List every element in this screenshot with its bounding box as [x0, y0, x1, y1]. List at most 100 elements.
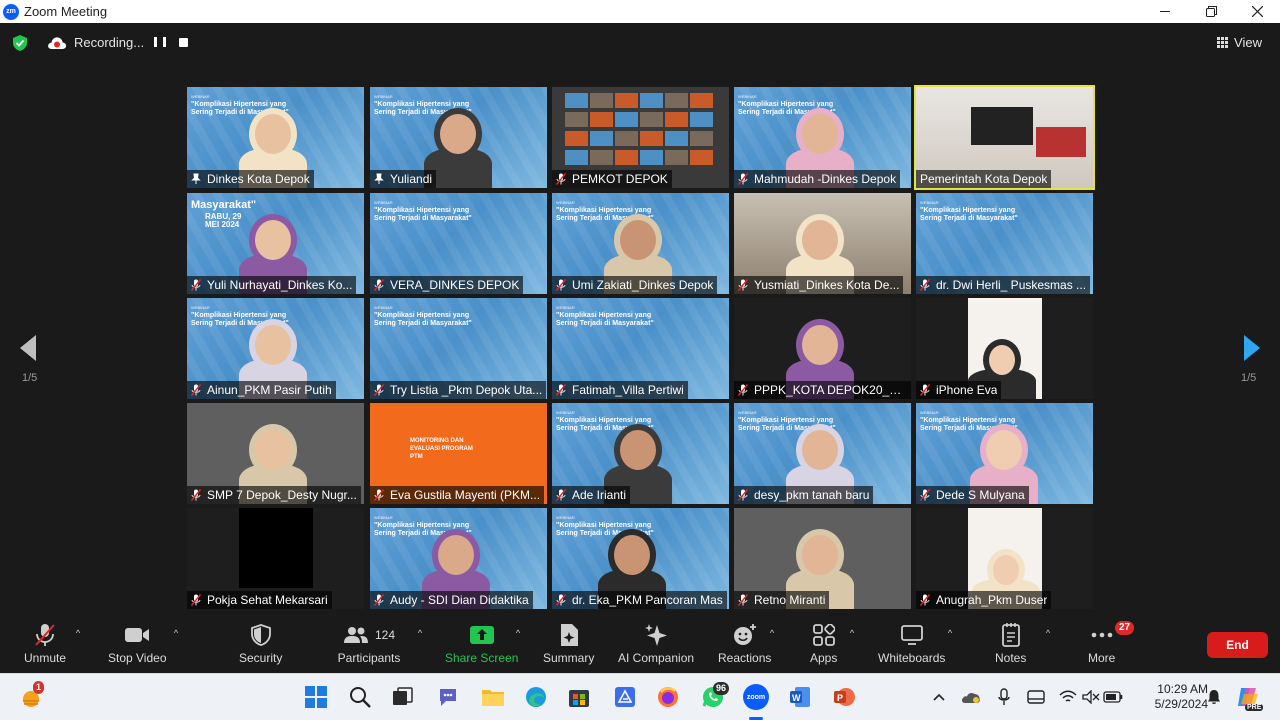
edge-browser-icon[interactable] [523, 684, 549, 710]
ai-companion-button[interactable]: AI Companion [618, 623, 694, 665]
whiteboards-caret-icon[interactable]: ^ [945, 629, 955, 638]
more-dots-icon [1089, 623, 1115, 647]
zoom-taskbar-icon[interactable]: zoom [743, 684, 769, 710]
participant-tile[interactable]: PEMKOT DEPOK [552, 87, 729, 188]
microsoft-store-icon[interactable] [566, 684, 592, 710]
audio-options-caret-icon[interactable]: ^ [73, 629, 83, 638]
slide-webinar-text: WEBINAR [556, 305, 575, 310]
power-automate-icon[interactable] [612, 684, 638, 710]
summary-label: Summary [543, 651, 595, 665]
task-view-icon[interactable] [390, 684, 416, 710]
apps-caret-icon[interactable]: ^ [847, 629, 857, 638]
apps-button[interactable]: Apps [810, 623, 837, 665]
participant-tile[interactable]: Yusmiati_Dinkes Kota De... [734, 193, 911, 294]
participant-tile[interactable]: WEBINAR "Komplikasi Hipertensi yang Serin… [187, 87, 364, 188]
participant-tile[interactable]: WEBINAR "Komplikasi Hipertensi yang Serin… [552, 508, 729, 609]
participant-tile[interactable]: WEBINAR "Komplikasi Hipertensi yang Serin… [552, 193, 729, 294]
recording-indicator[interactable]: Recording... [47, 35, 144, 50]
search-icon[interactable] [347, 684, 373, 710]
muted-mic-icon [32, 623, 58, 647]
participant-tile[interactable]: WEBINAR "Komplikasi Hipertensi yang Serin… [187, 298, 364, 399]
microphone-tray-icon[interactable] [993, 684, 1015, 710]
slide-topic-text: "Komplikasi Hipertensi yang Sering Terja… [374, 207, 472, 222]
participant-tile[interactable]: SMP 7 Depok_Desty Nugr... [187, 403, 364, 504]
stop-video-button[interactable]: Stop Video [108, 623, 167, 665]
muted-mic-icon [374, 594, 384, 606]
participant-tile[interactable]: Pemerintah Kota Depok [914, 85, 1095, 190]
file-explorer-icon[interactable] [480, 684, 506, 710]
security-button[interactable]: Security [239, 623, 282, 665]
onedrive-icon[interactable] [960, 684, 982, 710]
wifi-icon[interactable] [1057, 684, 1079, 710]
participant-tile[interactable]: WEBINAR "Komplikasi Hipertensi yang Serin… [916, 403, 1093, 504]
end-meeting-button[interactable]: End [1207, 632, 1268, 658]
room-screen [971, 107, 1033, 145]
tray-overflow-icon[interactable] [928, 684, 950, 710]
participant-tile[interactable]: Anugrah_Pkm Duser [916, 508, 1093, 609]
nested-gallery-thumbnail [590, 131, 613, 146]
view-button[interactable]: View [1217, 35, 1262, 50]
participant-tile[interactable]: WEBINAR "Komplikasi Hipertensi yang Serin… [552, 403, 729, 504]
minimize-button[interactable] [1142, 0, 1188, 23]
powerpoint-icon[interactable]: P [831, 684, 857, 710]
video-options-caret-icon[interactable]: ^ [171, 629, 181, 638]
share-screen-button[interactable]: Share Screen [445, 623, 518, 665]
word-icon[interactable]: W [787, 684, 813, 710]
participant-tile[interactable]: Masyarakat" RABU, 29 MEI 2024 Yuli Nurhaya… [187, 193, 364, 294]
participant-tile[interactable]: MONITORING DAN EVALUASI PROGRAM PTM Eva G… [370, 403, 547, 504]
participant-tile[interactable]: WEBINAR "Komplikasi Hipertensi yang Serin… [370, 508, 547, 609]
muted-mic-icon [738, 489, 748, 501]
participants-button[interactable]: 124 Participants [334, 623, 404, 665]
share-screen-caret-icon[interactable]: ^ [513, 629, 523, 638]
participant-name: PEMKOT DEPOK [572, 172, 668, 186]
notification-bell-icon[interactable] [1203, 684, 1225, 710]
participant-tile[interactable]: WEBINAR "Komplikasi Hipertensi yang Serin… [734, 87, 911, 188]
next-page-icon[interactable] [1242, 333, 1262, 363]
participant-name: PPPK_KOTA DEPOK20_31... [754, 383, 907, 397]
windows-start-icon[interactable] [303, 684, 329, 710]
participants-caret-icon[interactable]: ^ [415, 629, 425, 638]
minimize-icon [1160, 10, 1170, 12]
display-tray-icon[interactable] [1025, 684, 1047, 710]
window-controls [1142, 0, 1280, 23]
reactions-button[interactable]: Reactions [718, 623, 771, 665]
share-screen-icon [469, 623, 495, 647]
stop-recording-button[interactable] [179, 38, 188, 47]
battery-icon[interactable] [1102, 684, 1124, 710]
clock[interactable]: 10:29 AM 5/29/2024 [1155, 682, 1208, 712]
participant-tile[interactable]: WEBINAR "Komplikasi Hipertensi yang Serin… [734, 403, 911, 504]
participant-name-bar: Mahmudah -Dinkes Depok [734, 170, 901, 188]
grid-icon [1217, 37, 1229, 48]
pause-recording-button[interactable] [154, 37, 166, 49]
participant-tile[interactable]: PPPK_KOTA DEPOK20_31... [734, 298, 911, 399]
participant-tile[interactable]: WEBINAR "Komplikasi Hipertensi yang Serin… [370, 193, 547, 294]
zoom-logo-icon: zm [3, 3, 19, 20]
whiteboards-button[interactable]: Whiteboards [878, 623, 945, 665]
unmute-button[interactable]: Unmute [24, 623, 66, 665]
participant-tile[interactable]: WEBINAR "Komplikasi Hipertensi yang Serin… [370, 298, 547, 399]
participant-tile[interactable]: Retno Miranti [734, 508, 911, 609]
more-button[interactable]: More [1088, 623, 1115, 665]
share-screen-label: Share Screen [445, 651, 519, 665]
summary-button[interactable]: Summary [543, 623, 594, 665]
participant-tile[interactable]: iPhone Eva [916, 298, 1093, 399]
participant-tile[interactable]: WEBINAR "Komplikasi Hipertensi yang Serin… [552, 298, 729, 399]
volume-muted-icon[interactable] [1080, 684, 1102, 710]
participant-name: dr. Dwi Herli_ Puskesmas ... [936, 278, 1087, 292]
participant-tile[interactable]: Pokja Sehat Mekarsari [187, 508, 364, 609]
reactions-caret-icon[interactable]: ^ [767, 629, 777, 638]
teams-chat-icon[interactable] [435, 684, 461, 710]
participant-tile[interactable]: WEBINAR "Komplikasi Hipertensi yang Serin… [916, 193, 1093, 294]
previous-page-icon[interactable] [18, 333, 38, 363]
encryption-shield-icon[interactable] [13, 35, 27, 51]
participant-name: iPhone Eva [936, 383, 998, 397]
restore-button[interactable] [1188, 0, 1234, 23]
muted-mic-icon [556, 173, 566, 185]
nested-gallery-thumbnail [590, 93, 613, 108]
firefox-icon[interactable] [655, 684, 681, 710]
notes-button[interactable]: Notes [995, 623, 1026, 665]
notes-caret-icon[interactable]: ^ [1043, 629, 1053, 638]
participant-tile[interactable]: WEBINAR "Komplikasi Hipertensi yang Serin… [370, 87, 547, 188]
muted-mic-icon [374, 279, 384, 291]
close-button[interactable] [1234, 0, 1280, 23]
